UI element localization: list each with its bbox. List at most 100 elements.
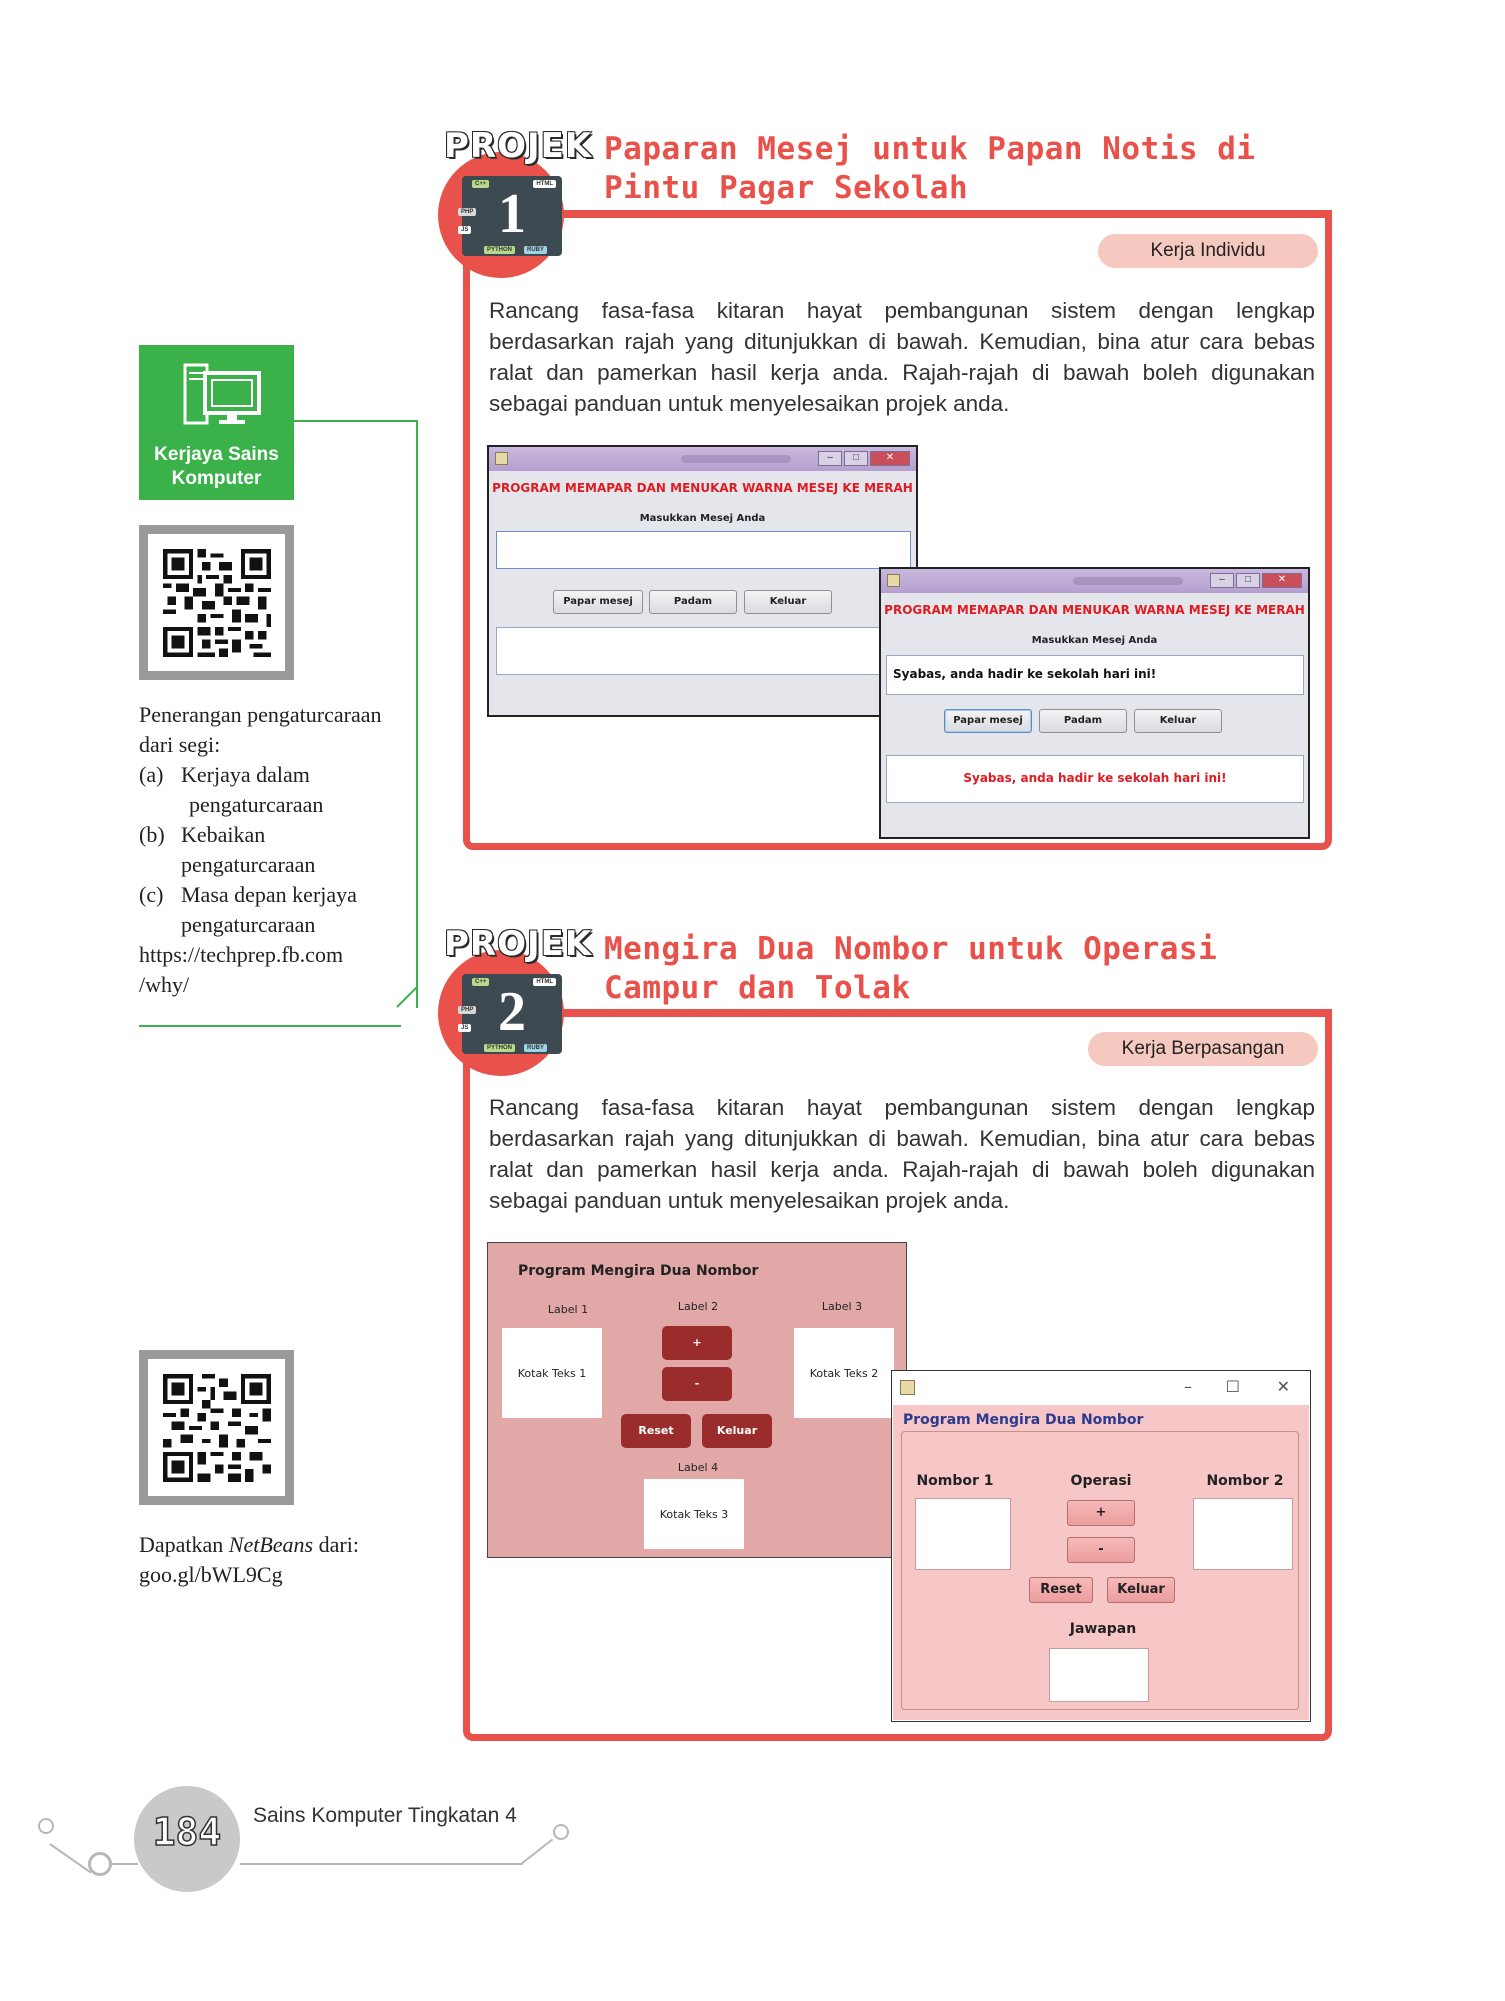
page-number: 184 (152, 1809, 222, 1855)
circuit-node (88, 1852, 112, 1876)
list-item-text: pengaturcaraan (181, 912, 316, 937)
computer-icon (183, 363, 261, 425)
cpp-tag: C++ (472, 180, 490, 188)
output-area: Syabas, anda hadir ke sekolah hari ini! (886, 755, 1304, 803)
project1-chip: 1 C++ HTML PHP JS PYTHON RUBY (458, 176, 562, 256)
project2-description: Rancang fasa-fasa kitaran hayat pembangu… (489, 1095, 1315, 1213)
window-title-placeholder (681, 455, 792, 463)
window-titlebar: – □ ✕ (489, 447, 916, 471)
java-app-icon (900, 1380, 915, 1395)
maximize-icon[interactable]: □ (1236, 573, 1260, 588)
project2-word-text: PROJEK (443, 923, 593, 965)
window-body: Program Mengira Dua Nombor Nombor 1 Oper… (893, 1405, 1309, 1720)
netbeans-note-line: Dapatkan NetBeans dari: (139, 1530, 359, 1560)
minus-button[interactable]: - (1067, 1537, 1135, 1563)
project2-number: 2 (498, 981, 526, 1043)
project1-word: PROJEK (443, 125, 592, 167)
window-titlebar: – ☐ ✕ (892, 1371, 1310, 1405)
output-area (496, 627, 911, 675)
mockup-reset-button: Reset (621, 1414, 691, 1448)
program-heading: PROGRAM MEMAPAR DAN MENUKAR WARNA MESEJ … (884, 603, 1305, 617)
connector-line (294, 420, 418, 422)
list-item: (a) Kerjaya dalam (139, 760, 381, 790)
exit-button[interactable]: Keluar (744, 590, 832, 614)
minimize-icon[interactable]: – (818, 451, 842, 466)
answer-output (1049, 1648, 1149, 1702)
python-tag: PYTHON (484, 1044, 516, 1052)
techprep-link[interactable]: https://techprep.fb.com (139, 940, 381, 970)
project1-title: Paparan Mesej untuk Papan Notis di Pintu… (604, 130, 1256, 208)
window-titlebar: – □ ✕ (881, 569, 1308, 593)
book-title: Sains Komputer Tingkatan 4 (253, 1804, 517, 1827)
maximize-icon[interactable]: □ (844, 451, 868, 466)
app-title: Program Mengira Dua Nombor (903, 1412, 1144, 1428)
netbeans-note: Dapatkan NetBeans dari: goo.gl/bWL9Cg (139, 1530, 359, 1590)
qr-code-icon (162, 548, 271, 657)
clear-button[interactable]: Padam (649, 590, 737, 614)
programming-note: Penerangan pengaturcaraan dari segi: (a)… (139, 700, 381, 1000)
mockup-label-2: Label 2 (677, 1300, 719, 1313)
program-heading: PROGRAM MEMAPAR DAN MENUKAR WARNA MESEJ … (492, 481, 913, 495)
qr-code-techprep[interactable] (139, 525, 294, 680)
message-input[interactable] (496, 531, 911, 569)
close-icon[interactable]: ✕ (1277, 1377, 1290, 1396)
reset-button[interactable]: Reset (1029, 1577, 1093, 1603)
project1-number: 1 (498, 183, 526, 245)
mockup-minus-button: - (662, 1367, 732, 1401)
connector-line (416, 420, 418, 1008)
project1-box: Kerja Individu Rancang fasa-fasa kitaran… (463, 210, 1332, 850)
circuit-node (38, 1818, 54, 1834)
python-tag: PYTHON (484, 246, 516, 254)
project2-title-line: Campur dan Tolak (604, 970, 911, 1006)
work-type-pill: Kerja Individu (1098, 234, 1318, 268)
mockup-label-3: Label 3 (821, 1300, 863, 1313)
plus-button[interactable]: + (1067, 1500, 1135, 1526)
mockup-exit-button: Keluar (702, 1414, 772, 1448)
minimize-icon[interactable]: – (1210, 573, 1234, 588)
mockup-label-1: Label 1 (547, 1303, 589, 1316)
list-item: (b) Kebaikan (139, 820, 381, 850)
minimize-icon[interactable]: – (1184, 1377, 1192, 1396)
project2-title: Mengira Dua Nombor untuk Operasi Campur … (604, 930, 1217, 1008)
mockup-textbox-2: Kotak Teks 2 (794, 1328, 894, 1418)
techprep-link[interactable]: /why/ (139, 970, 381, 1000)
output-message: Syabas, anda hadir ke sekolah hari ini! (963, 771, 1227, 785)
project2-box: Kerja Berpasangan Rancang fasa-fasa kita… (463, 1009, 1332, 1741)
project1-description: Rancang fasa-fasa kitaran hayat pembangu… (489, 298, 1315, 416)
app-window-filled: – □ ✕ PROGRAM MEMAPAR DAN MENUKAR WARNA ME… (879, 567, 1310, 839)
circuit-line (49, 1843, 92, 1874)
exit-button[interactable]: Keluar (1107, 1577, 1175, 1603)
netbeans-name: NetBeans (228, 1532, 314, 1557)
qr-code-netbeans[interactable] (139, 1350, 294, 1505)
clear-button[interactable]: Padam (1039, 709, 1127, 733)
js-tag: JS (458, 1024, 472, 1032)
close-icon[interactable]: ✕ (870, 451, 910, 466)
html-tag: HTML (533, 978, 556, 986)
list-item-text: Kebaikan (181, 822, 266, 847)
career-badge-label: Kerjaya Sains Komputer (154, 444, 279, 489)
mockup-plus-button: + (662, 1326, 732, 1360)
php-tag: PHP (458, 1006, 477, 1014)
layout-mockup: Program Mengira Dua Nombor Label 1 Label… (487, 1242, 907, 1558)
netbeans-link[interactable]: goo.gl/bWL9Cg (139, 1560, 359, 1590)
mockup-title: Program Mengira Dua Nombor (518, 1263, 759, 1279)
list-marker: (b) (139, 822, 165, 847)
work-type-pill: Kerja Berpasangan (1088, 1032, 1318, 1066)
calculator-app-window: – ☐ ✕ Program Mengira Dua Nombor Nombor … (891, 1370, 1311, 1722)
php-tag: PHP (458, 208, 477, 216)
show-message-button[interactable]: Papar mesej (944, 709, 1032, 733)
close-icon[interactable]: ✕ (1262, 573, 1302, 588)
number1-input[interactable] (915, 1498, 1011, 1570)
circuit-line (112, 1863, 138, 1865)
list-item-text: Kerjaya dalam (181, 762, 310, 787)
mockup-textbox-3: Kotak Teks 3 (644, 1479, 744, 1549)
number2-input[interactable] (1193, 1498, 1293, 1570)
show-message-button[interactable]: Papar mesej (553, 590, 643, 614)
qr-code-icon (162, 1373, 271, 1482)
message-input-value: Syabas, anda hadir ke sekolah hari ini! (893, 667, 1157, 681)
connector-line (139, 1025, 401, 1027)
prompt-label: Masukkan Mesej Anda (1031, 635, 1158, 646)
maximize-icon[interactable]: ☐ (1226, 1377, 1240, 1396)
exit-button[interactable]: Keluar (1134, 709, 1222, 733)
message-input[interactable]: Syabas, anda hadir ke sekolah hari ini! (886, 655, 1304, 695)
